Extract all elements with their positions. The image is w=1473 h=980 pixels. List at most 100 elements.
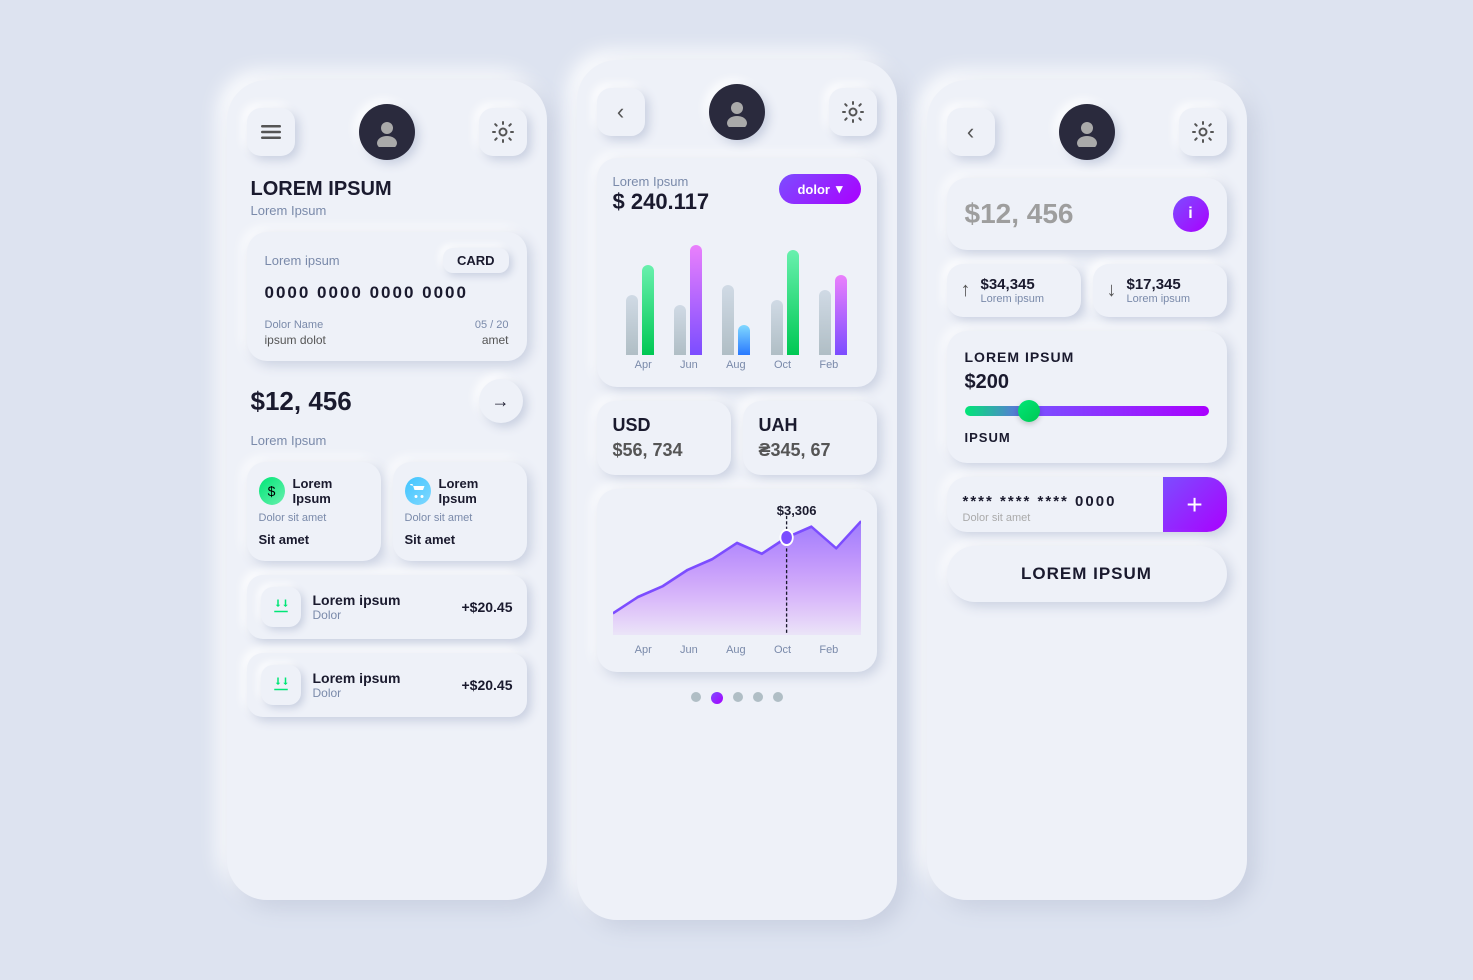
- currency-row: USD $56, 734 UAH ₴345, 67: [597, 401, 877, 475]
- bar-group: [722, 285, 750, 355]
- back-button-p2[interactable]: ‹: [597, 88, 645, 136]
- back-button-p3[interactable]: ‹: [947, 108, 995, 156]
- slider-thumb[interactable]: [1018, 400, 1040, 422]
- avatar: [359, 104, 415, 160]
- bar-group: [771, 250, 799, 355]
- qa-action-0: Sit amet: [259, 532, 369, 547]
- bar-pair: [771, 250, 799, 355]
- credit-card-widget: Lorem ipsum CARD 0000 0000 0000 0000 Dol…: [247, 232, 527, 361]
- info-button[interactable]: i: [1173, 196, 1209, 232]
- line-x-label: Apr: [635, 644, 652, 656]
- bar-group: [819, 275, 847, 355]
- line-chart-x-labels: AprJunAugOctFeb: [613, 644, 861, 656]
- tx-amount-1: +$20.45: [462, 677, 513, 693]
- card-bottom: Dolor Name ipsum dolot 05 / 20 amet: [265, 315, 509, 347]
- transaction-1: Lorem ipsum Dolor +$20.45: [247, 653, 527, 717]
- chart-title: Lorem Ipsum: [613, 174, 710, 189]
- slider-track[interactable]: [965, 406, 1209, 416]
- settings-button-p3[interactable]: [1179, 108, 1227, 156]
- lorem-card-amount: $200: [965, 371, 1209, 394]
- card-expiry: 05 / 20 amet: [475, 315, 509, 347]
- panel-2: ‹ Lorem Ipsum $ 240.117 dolor ▾: [577, 60, 897, 920]
- lorem-ipsum-card: LOREM IPSUM $200 IPSUM: [947, 331, 1227, 463]
- panel-3: ‹ $12, 456 i ↑ $34,345 Lorem ipsum: [927, 80, 1247, 900]
- bar-x-label: Aug: [726, 359, 746, 371]
- line-x-label: Oct: [774, 644, 791, 656]
- dolor-dropdown[interactable]: dolor ▾: [779, 174, 860, 204]
- add-card-button[interactable]: +: [1163, 477, 1227, 532]
- bar-pair: [626, 265, 654, 355]
- lorem-card-title: LOREM IPSUM: [965, 349, 1209, 365]
- balance-label: Lorem Ipsum: [247, 433, 527, 448]
- bar-pair: [819, 275, 847, 355]
- panel2-header: ‹: [597, 84, 877, 140]
- pagination-dot[interactable]: [753, 692, 763, 702]
- tx-sub-1: Dolor: [313, 686, 450, 700]
- currency-usd-name: USD: [613, 415, 715, 436]
- card-number: 0000 0000 0000 0000: [265, 283, 509, 303]
- card-label-text: Lorem ipsum: [265, 253, 340, 268]
- pagination-dot[interactable]: [711, 692, 723, 704]
- income-icon: ↑: [961, 279, 971, 302]
- card-masked-number: **** **** **** 0000: [963, 493, 1147, 510]
- qa-title-1: Lorem Ipsum: [439, 476, 515, 506]
- qa-sub-1: Dolor sit amet: [405, 512, 515, 524]
- quick-action-0[interactable]: $ Lorem Ipsum Dolor sit amet Sit amet: [247, 462, 381, 561]
- expiry-value: amet: [475, 333, 509, 347]
- lorem-ipsum-button[interactable]: LOREM IPSUM: [947, 546, 1227, 602]
- expense-icon: ↓: [1107, 279, 1117, 302]
- stat-income: ↑ $34,345 Lorem ipsum: [947, 264, 1081, 317]
- tx-icon-0: [261, 587, 301, 627]
- qa-icon-0: $: [259, 477, 285, 505]
- owner-label: Dolor Name: [265, 319, 324, 331]
- bar-chart-x-labels: AprJunAugOctFeb: [613, 359, 861, 371]
- bar-bg: [626, 295, 638, 355]
- avatar-p2: [709, 84, 765, 140]
- pagination-dot[interactable]: [691, 692, 701, 702]
- currency-uah-value: ₴345, 67: [759, 440, 861, 461]
- title-section: LOREM IPSUM Lorem Ipsum: [247, 178, 527, 218]
- bar-fg: [690, 245, 702, 355]
- line-x-label: Jun: [680, 644, 698, 656]
- settings-button[interactable]: [479, 108, 527, 156]
- bar-group: [626, 265, 654, 355]
- panel-1: LOREM IPSUM Lorem Ipsum Lorem ipsum CARD…: [227, 80, 547, 900]
- qa-icon-row-1: Lorem Ipsum: [405, 476, 515, 506]
- bar-bg: [771, 300, 783, 355]
- bar-bg: [722, 285, 734, 355]
- chart-title-group: Lorem Ipsum $ 240.117: [613, 174, 710, 215]
- card-action-row: **** **** **** 0000 Dolor sit amet +: [947, 477, 1227, 532]
- settings-button-p2[interactable]: [829, 88, 877, 136]
- bar-x-label: Oct: [774, 359, 791, 371]
- stat-income-info: $34,345 Lorem ipsum: [981, 276, 1045, 305]
- transaction-0: Lorem ipsum Dolor +$20.45: [247, 575, 527, 639]
- qa-icon-row-0: $ Lorem Ipsum: [259, 476, 369, 506]
- tx-title-1: Lorem ipsum: [313, 670, 450, 686]
- quick-action-1[interactable]: Lorem Ipsum Dolor sit amet Sit amet: [393, 462, 527, 561]
- bar-fg: [835, 275, 847, 355]
- bar-fg: [642, 265, 654, 355]
- owner-value: ipsum dolot: [265, 333, 326, 347]
- line-x-label: Aug: [726, 644, 746, 656]
- stat-expense: ↓ $17,345 Lorem ipsum: [1093, 264, 1227, 317]
- bar-group: [674, 245, 702, 355]
- bar-x-label: Jun: [680, 359, 698, 371]
- bar-bg: [674, 305, 686, 355]
- tx-icon-1: [261, 665, 301, 705]
- card-owner: Dolor Name ipsum dolot: [265, 315, 326, 347]
- panel3-header: ‹: [947, 104, 1227, 160]
- qa-title-0: Lorem Ipsum: [293, 476, 369, 506]
- menu-button[interactable]: [247, 108, 295, 156]
- bar-bg: [819, 290, 831, 355]
- tx-info-1: Lorem ipsum Dolor: [313, 670, 450, 700]
- currency-usd-value: $56, 734: [613, 440, 715, 461]
- balance-arrow-button[interactable]: →: [479, 379, 523, 423]
- pagination-dot[interactable]: [773, 692, 783, 702]
- balance-amount: $12, 456: [251, 386, 352, 417]
- quick-actions: $ Lorem Ipsum Dolor sit amet Sit amet Lo…: [247, 462, 527, 561]
- pagination-dot[interactable]: [733, 692, 743, 702]
- qa-icon-1: [405, 477, 431, 505]
- line-chart-svg: [613, 505, 861, 635]
- big-balance: $12, 456 i: [947, 178, 1227, 250]
- bar-chart: [613, 225, 861, 355]
